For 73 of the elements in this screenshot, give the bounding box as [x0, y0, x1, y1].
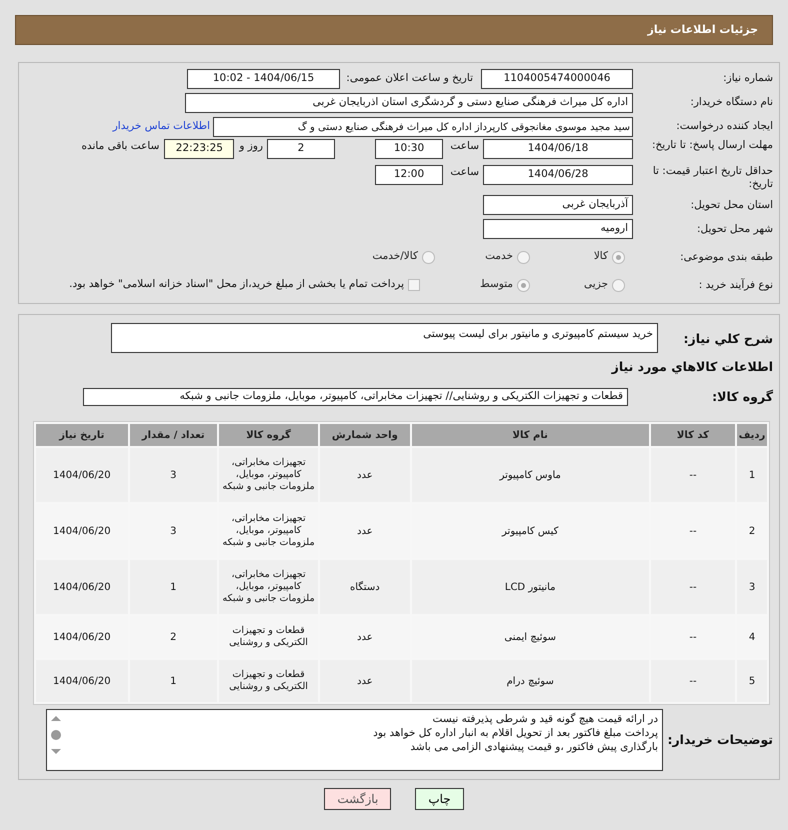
field-label: گروه کالا:: [711, 389, 774, 405]
time-label: ساعت: [449, 139, 479, 154]
field-label: نوع فرآیند خرید :: [698, 278, 774, 292]
deadline-date-field: 1404/06/18: [483, 139, 633, 159]
column-header: ردیف: [737, 424, 767, 446]
province-field: آذربایجان غربی: [483, 195, 633, 216]
page-title: جزئیات اطلاعات نیاز: [648, 22, 758, 38]
buyer-field: اداره کل میراث فرهنگی صنایع دستی و گردشگری استان اذربایجان غربی: [185, 93, 633, 113]
table-cell: دستگاه: [320, 560, 410, 614]
announce-date-field: 1404/06/15 - 10:02: [187, 69, 340, 89]
table-cell: 1404/06/20: [36, 560, 128, 614]
field-label: مهلت ارسال پاسخ: تا تاریخ:: [650, 139, 774, 152]
field-label: ایجاد کننده درخواست:: [675, 120, 774, 134]
table-cell: --: [650, 560, 736, 614]
field-label: نام دستگاه خریدار:: [689, 96, 774, 110]
field-label: توضیحات خریدار:: [669, 732, 774, 748]
validity-time-field: 12:00: [375, 165, 443, 185]
buyer-contact-link[interactable]: اطلاعات تماس خریدار: [112, 119, 210, 135]
column-header: نام کالا: [412, 424, 649, 446]
note-line: در ارائه قیمت هیچ گونه قید و شرطی پذیرفته نیست: [432, 712, 658, 726]
deadline-time-field: 10:30: [375, 139, 443, 159]
table-cell: عدد: [320, 448, 410, 502]
radio-option[interactable]: جزیی: [530, 277, 625, 294]
radio-option[interactable]: خدمت: [435, 249, 530, 266]
remaining-label: ساعت باقی مانده: [81, 139, 160, 154]
table-cell: 1: [130, 660, 217, 702]
need-number-field: 1104005474000046: [481, 69, 633, 89]
column-header: واحد شمارش: [320, 424, 410, 446]
time-label: ساعت: [449, 165, 479, 180]
column-header: کد کالا: [650, 424, 736, 446]
table-cell: 1404/06/20: [36, 448, 128, 502]
note-line: پرداخت مبلغ فاکتور بعد از تحویل اقلام به انبار اداره کل خواهد بود: [372, 726, 658, 740]
remaining-time-field: 22:23:25: [164, 139, 234, 159]
table-cell: قطعات و تجهیزات الکتریکی و روشنایی: [218, 660, 318, 702]
radio-option[interactable]: متوسط: [435, 277, 530, 294]
field-label: تاریخ و ساعت اعلان عمومی:: [348, 71, 473, 86]
table-cell: ماوس کامپیوتر: [412, 448, 649, 502]
column-header: تعداد / مقدار: [130, 424, 217, 446]
goods-heading: اطلاعات كالاهاي مورد نياز: [610, 358, 774, 376]
table-cell: مانیتور LCD: [412, 560, 649, 614]
table-cell: 3: [737, 560, 767, 614]
note-line: بارگذاری پیش فاکتور ،و قیمت پیشنهادی الزامی می باشد: [409, 740, 658, 754]
column-header: تاریخ نیاز: [36, 424, 128, 446]
field-label: شماره نیاز:: [722, 72, 774, 86]
description-field: خرید سیستم کامپیوتری و مانیتور برای لیست پیوستی: [111, 323, 658, 354]
field-label: حداقل تاریخ اعتبار قیمت: تا تاریخ:: [652, 165, 774, 192]
print-button[interactable]: چاپ: [415, 788, 464, 810]
city-field: ارومیه: [483, 219, 633, 240]
table-cell: --: [650, 448, 736, 502]
table-cell: 1: [130, 560, 217, 614]
table-cell: سوئیچ درام: [412, 660, 649, 702]
table-cell: 5: [737, 660, 767, 702]
requester-field: سید مجید موسوی مغانجوقی کارپرداز اداره کل میراث فرهنگی صنایع دستی و گ: [213, 117, 633, 137]
table-cell: عدد: [320, 660, 410, 702]
days-field: 2: [267, 139, 335, 159]
radio-option[interactable]: کالا/خدمت: [340, 249, 435, 266]
table-cell: 1: [737, 448, 767, 502]
column-header: گروه کالا: [218, 424, 318, 446]
field-label: شرح کلي نياز:: [682, 330, 774, 347]
field-label: استان محل تحویل:: [690, 198, 774, 212]
back-button[interactable]: بازگشت: [324, 788, 392, 810]
table-cell: 3: [130, 448, 217, 502]
validity-date-field: 1404/06/28: [483, 165, 633, 185]
radio-option[interactable]: کالا: [530, 249, 625, 266]
field-label: طبقه بندی موضوعی:: [679, 250, 774, 264]
table-cell: تجهیزات مخابراتی، کامپیوتر، موبایل، ملزومات جانبی و شبکه: [218, 560, 318, 614]
goods-group-field: قطعات و تجهیزات الکتریکی و روشنایی// تجهیزات مخابراتی، کامپیوتر، موبایل، ملزومات جانبی و شبکه: [83, 388, 628, 406]
table-cell: تجهیزات مخابراتی، کامپیوتر، موبایل، ملزومات جانبی و شبکه: [218, 448, 318, 502]
treasury-checkbox[interactable]: پرداخت تمام یا بخشی از مبلغ خرید،از محل "اسناد خزانه اسلامی" خواهد بود.: [69, 277, 420, 294]
table-cell: --: [650, 660, 736, 702]
field-label: شهر محل تحویل:: [696, 222, 774, 236]
days-label: روز و: [239, 139, 263, 154]
table-cell: 1404/06/20: [36, 660, 128, 702]
